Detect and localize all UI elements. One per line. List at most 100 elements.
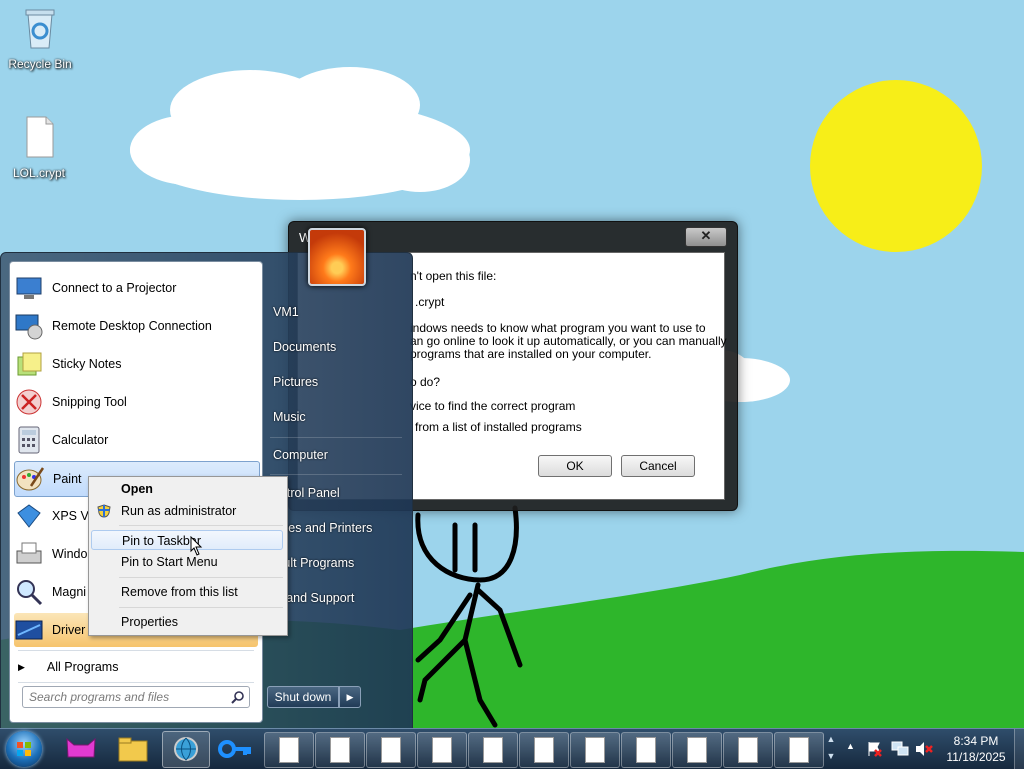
start-item-user-folder[interactable]: VM1 (273, 305, 299, 319)
fax-scan-icon (16, 542, 42, 564)
context-item-pin-start-menu[interactable]: Pin to Start Menu (91, 552, 283, 572)
taskbar-document-button[interactable] (264, 732, 314, 768)
context-item-properties[interactable]: Properties (91, 612, 283, 632)
xps-viewer-icon (17, 504, 41, 528)
document-icon (789, 737, 809, 763)
program-calculator[interactable]: Calculator (14, 423, 258, 457)
start-item-music[interactable]: Music (273, 410, 306, 424)
all-programs-label: All Programs (46, 660, 119, 674)
start-item-pictures[interactable]: Pictures (273, 375, 318, 389)
divider (270, 437, 402, 438)
taskbar-document-button[interactable] (570, 732, 620, 768)
document-icon (738, 737, 758, 763)
taskbar-document-button[interactable] (468, 732, 518, 768)
program-label: Remote Desktop Connection (52, 319, 212, 333)
explorer-folder-icon[interactable] (116, 735, 150, 763)
taskbar-button-network[interactable] (162, 731, 210, 768)
taskbar-document-button[interactable] (366, 732, 416, 768)
search-input[interactable]: Search programs and files (22, 686, 250, 708)
dialog-text: an go online to look it up automatically… (410, 334, 727, 348)
divider (119, 577, 283, 578)
arrow-right-icon: ▶ (18, 661, 25, 672)
divider (119, 607, 283, 608)
user-picture[interactable] (308, 228, 366, 286)
start-item-computer[interactable]: Computer (273, 448, 328, 462)
document-icon (432, 737, 452, 763)
taskbar-document-button[interactable] (315, 732, 365, 768)
dialog-text: indows needs to know what program you wa… (410, 321, 706, 335)
show-desktop-button[interactable] (1014, 729, 1024, 769)
mouse-cursor-icon (190, 536, 203, 556)
document-icon (381, 737, 401, 763)
document-icon (483, 737, 503, 763)
document-icon (330, 737, 350, 763)
search-placeholder: Search programs and files (29, 690, 170, 704)
ok-button[interactable]: OK (538, 455, 612, 477)
context-item-label: Run as administrator (121, 504, 237, 518)
taskbar-document-button[interactable] (621, 732, 671, 768)
network-globe-icon (174, 737, 198, 761)
context-item-run-as-admin[interactable]: Run as administrator (91, 501, 283, 521)
taskbar-document-button[interactable] (417, 732, 467, 768)
volume-muted-icon[interactable] (915, 741, 933, 757)
dialog-text: programs that are installed on your comp… (410, 347, 652, 361)
start-item-documents[interactable]: Documents (273, 340, 336, 354)
context-item-pin-taskbar[interactable]: Pin to Taskbar (91, 530, 283, 550)
shutdown-options-button[interactable]: ▶ (339, 686, 361, 708)
program-connect-to-projector[interactable]: Connect to a Projector (14, 271, 258, 305)
program-label: Magni (52, 585, 87, 599)
document-icon (687, 737, 707, 763)
taskbar-document-button[interactable] (774, 732, 824, 768)
clock-date: 11/18/2025 (946, 750, 1006, 764)
taskbar-scroll[interactable]: ▲ ▼ (826, 731, 836, 765)
dialog-question: o do? (410, 375, 441, 389)
divider (119, 525, 283, 526)
clock-time: 8:34 PM (953, 734, 999, 748)
recycle-bin-icon (25, 9, 55, 49)
context-item-remove-from-list[interactable]: Remove from this list (91, 582, 283, 602)
taskbar-document-button[interactable] (723, 732, 773, 768)
search-icon[interactable] (231, 690, 245, 704)
shield-icon (97, 504, 111, 518)
key-icon[interactable] (218, 737, 254, 761)
dialog-close-button[interactable]: ✕ (685, 227, 727, 247)
divider (270, 474, 402, 475)
projector-icon (16, 277, 42, 299)
program-label: Connect to a Projector (52, 281, 177, 295)
document-icon (279, 737, 299, 763)
clock[interactable]: 8:34 PM 11/18/2025 (940, 733, 1012, 765)
desktop-icon-recycle-bin[interactable]: Recycle Bin (2, 6, 78, 71)
program-sticky-notes[interactable]: Sticky Notes (14, 347, 258, 381)
desktop-icon-label: Recycle Bin (8, 57, 72, 71)
program-label: Paint (53, 472, 82, 486)
network-status-icon[interactable] (891, 741, 909, 757)
taskbar-document-button[interactable] (519, 732, 569, 768)
program-snipping-tool[interactable]: Snipping Tool (14, 385, 258, 419)
option-installed-programs[interactable]: from a list of installed programs (415, 420, 582, 434)
desktop-icon-lol-crypt[interactable]: LOL.crypt (1, 115, 77, 180)
divider (18, 682, 254, 683)
taskbar-document-button[interactable] (672, 732, 722, 768)
program-label: XPS Vi (52, 509, 92, 523)
program-remote-desktop[interactable]: Remote Desktop Connection (14, 309, 258, 343)
action-center-icon[interactable] (866, 741, 882, 757)
context-item-open[interactable]: Open (91, 479, 283, 499)
program-label: Driver (52, 623, 86, 637)
program-label: Sticky Notes (52, 357, 122, 371)
start-button[interactable] (6, 731, 42, 767)
document-icon (636, 737, 656, 763)
magnifier-icon (17, 580, 43, 606)
cat-app-icon[interactable] (64, 735, 98, 763)
windows-logo-icon (17, 742, 31, 756)
remote-desktop-icon (15, 314, 43, 340)
option-web-service[interactable]: vice to find the correct program (410, 399, 575, 413)
program-label: Calculator (52, 433, 109, 447)
taskbar: ▲ ▼ ▲ 8:34 PM 11/18/2025 (0, 728, 1024, 769)
file-icon (26, 116, 54, 158)
paint-icon (16, 467, 45, 491)
show-hidden-icons-button[interactable]: ▲ (846, 741, 855, 751)
cancel-button[interactable]: Cancel (621, 455, 695, 477)
snipping-tool-icon (16, 389, 42, 415)
all-programs-button[interactable]: ▶ All Programs (18, 660, 118, 674)
shutdown-button[interactable]: Shut down (267, 686, 339, 708)
